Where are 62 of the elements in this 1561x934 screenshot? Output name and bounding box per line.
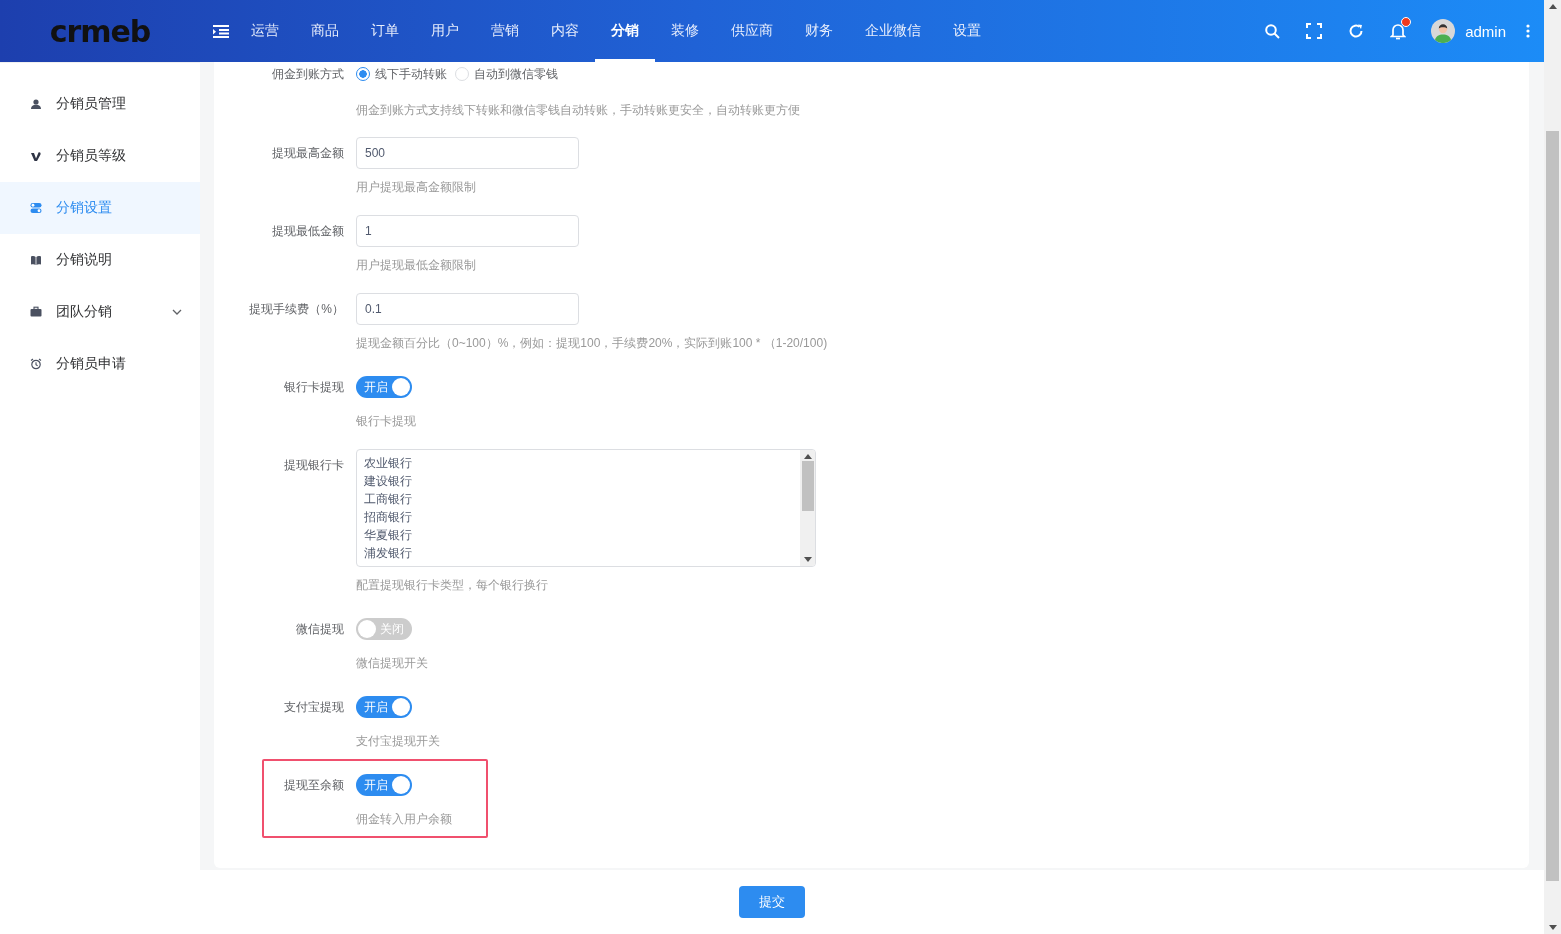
chevron-down-icon[interactable] (172, 309, 182, 315)
nav-tab[interactable]: 营销 (475, 0, 535, 62)
help-text: 用户提现最低金额限制 (356, 257, 477, 274)
person-icon (30, 98, 42, 110)
radio-option[interactable]: 自动到微信零钱 (455, 62, 558, 86)
bell-icon[interactable] (1390, 22, 1407, 40)
avatar[interactable] (1431, 19, 1456, 43)
text-input[interactable]: 1 (356, 215, 579, 247)
radio-option[interactable]: 线下手动转账 (356, 62, 447, 86)
v-letter-icon (30, 150, 42, 162)
help-text: 佣金转入用户余额 (356, 811, 452, 828)
toggle-switch[interactable]: 开启 (356, 376, 412, 398)
text-input[interactable]: 500 (356, 137, 579, 169)
username[interactable]: admin (1465, 22, 1506, 40)
help-text: 支付宝提现开关 (356, 733, 440, 750)
field-label: 提现手续费（%） (248, 301, 345, 318)
field-label: 佣金到账方式 (271, 66, 345, 83)
alarm-clock-icon (30, 358, 42, 370)
sidebar-item[interactable]: 团队分销 (0, 286, 200, 338)
text-input[interactable]: 0.1 (356, 293, 579, 325)
scroll-down-icon[interactable] (1548, 925, 1557, 930)
field-label: 提现银行卡 (283, 457, 345, 474)
field-label: 提现最高金额 (271, 145, 345, 162)
sidebar-item[interactable]: 分销员等级 (0, 130, 200, 182)
nav-tab[interactable]: 装修 (655, 0, 715, 62)
nav-tab[interactable]: 商品 (295, 0, 355, 62)
briefcase-icon (30, 306, 42, 318)
submit-button[interactable]: 提交 (739, 886, 805, 918)
field-label: 提现最低金额 (271, 223, 345, 240)
toggle-switch[interactable]: 开启 (356, 696, 412, 718)
menu-icon[interactable] (213, 24, 229, 38)
refresh-icon[interactable] (1348, 23, 1365, 39)
toggle-icon (30, 202, 42, 214)
field-label: 微信提现 (295, 621, 345, 638)
sidebar-item[interactable]: 分销员管理 (0, 78, 200, 130)
nav-tab[interactable]: 财务 (789, 0, 849, 62)
page-scrollbar[interactable] (1544, 0, 1561, 934)
fullscreen-icon[interactable] (1306, 23, 1323, 39)
sidebar-item[interactable]: 分销设置 (0, 182, 200, 234)
field-label: 支付宝提现 (283, 699, 345, 716)
nav-tab[interactable]: 用户 (415, 0, 475, 62)
help-text: 配置提现银行卡类型，每个银行换行 (356, 577, 549, 594)
scroll-up-icon[interactable] (1548, 4, 1557, 9)
field-label: 提现至余额 (283, 777, 345, 794)
help-text: 提现金额百分比（0~100）%，例如：提现100，手续费20%，实际到账100 * （1-20/100) (356, 335, 828, 352)
field-label: 银行卡提现 (283, 379, 345, 396)
sidebar-item[interactable]: 分销员申请 (0, 338, 200, 390)
help-text: 佣金到账方式支持线下转账和微信零钱自动转账，手动转账更安全，自动转账更方便 (356, 102, 800, 119)
nav-tab[interactable]: 企业微信 (849, 0, 937, 62)
help-text: 用户提现最高金额限制 (356, 179, 477, 196)
nav-tab[interactable]: 供应商 (715, 0, 789, 62)
nav-tab[interactable]: 设置 (937, 0, 997, 62)
book-icon (30, 254, 42, 266)
sidebar-item[interactable]: 分销说明 (0, 234, 200, 286)
nav-tab[interactable]: 运营 (235, 0, 295, 62)
nav-tab[interactable]: 订单 (355, 0, 415, 62)
help-text: 银行卡提现 (356, 413, 416, 430)
search-icon[interactable] (1264, 23, 1280, 39)
help-text: 微信提现开关 (356, 655, 428, 672)
nav-tab[interactable]: 内容 (535, 0, 595, 62)
more-icon[interactable] (1526, 24, 1530, 38)
toggle-switch[interactable]: 开启 (356, 774, 412, 796)
